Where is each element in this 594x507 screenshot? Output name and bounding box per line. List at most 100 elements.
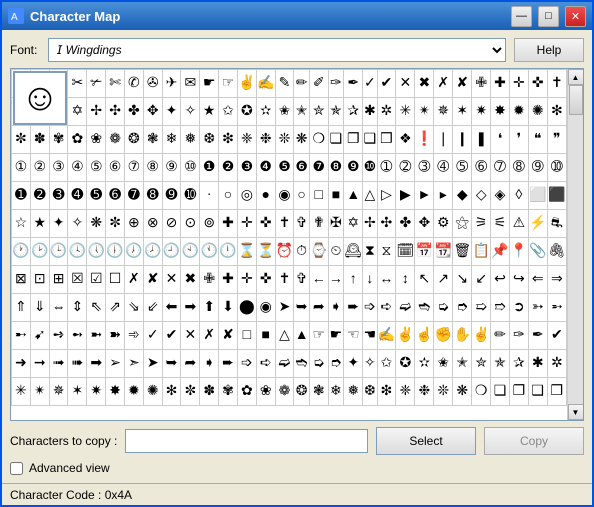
char-cell[interactable]: ✧ — [363, 350, 377, 378]
char-cell[interactable]: ⊘ — [162, 210, 181, 238]
char-cell[interactable]: ➊ — [12, 182, 31, 210]
char-cell[interactable]: ⚝ — [453, 210, 472, 238]
char-cell[interactable]: ➃ — [434, 154, 453, 182]
char-cell[interactable]: △ — [363, 182, 377, 210]
char-cell[interactable]: ✊ — [434, 322, 453, 350]
char-cell[interactable]: ✢ — [363, 210, 377, 238]
char-cell[interactable]: ⇒ — [547, 266, 566, 294]
char-cell[interactable]: ➁ — [396, 154, 415, 182]
char-cell[interactable]: ❐ — [509, 378, 528, 406]
char-cell[interactable]: ✩ — [219, 98, 238, 126]
char-cell[interactable]: ■ — [328, 182, 344, 210]
char-cell[interactable]: ✤ — [396, 210, 415, 238]
char-cell[interactable]: ❝ — [528, 126, 547, 154]
char-cell[interactable]: ❿ — [363, 154, 377, 182]
char-cell[interactable]: ○ — [294, 182, 309, 210]
char-cell[interactable]: ❁ — [275, 378, 294, 406]
char-cell[interactable]: ✍ — [256, 70, 275, 98]
char-cell[interactable]: ◆ — [453, 182, 472, 210]
char-cell[interactable]: 🕰 — [344, 238, 363, 266]
char-cell[interactable]: ❗ — [415, 126, 434, 154]
char-cell[interactable]: ❑ — [528, 378, 547, 406]
char-cell[interactable]: ➤ — [143, 350, 162, 378]
char-cell[interactable]: ✿ — [237, 378, 256, 406]
char-cell[interactable]: ⑩ — [181, 154, 200, 182]
char-cell[interactable]: ✌ — [396, 322, 415, 350]
char-cell[interactable]: 🕕 — [106, 238, 125, 266]
char-cell[interactable]: ❀ — [87, 126, 106, 154]
char-cell[interactable]: ➢ — [106, 350, 125, 378]
char-cell[interactable]: ✴ — [30, 378, 49, 406]
char-cell[interactable]: ◉ — [256, 294, 275, 322]
char-cell[interactable]: ➩ — [237, 350, 256, 378]
char-cell[interactable]: ❃ — [143, 126, 162, 154]
char-cell[interactable]: ✶ — [68, 378, 87, 406]
char-cell[interactable]: ✓ — [363, 70, 377, 98]
char-cell[interactable]: ➌ — [49, 182, 68, 210]
char-cell[interactable]: ❉ — [256, 126, 275, 154]
char-cell[interactable]: 🖇 — [547, 238, 566, 266]
char-cell[interactable]: ✝ — [275, 210, 294, 238]
char-cell[interactable]: ✘ — [143, 266, 162, 294]
char-cell[interactable]: ❋ — [453, 378, 472, 406]
char-cell[interactable]: ◉ — [275, 182, 294, 210]
char-cell[interactable]: ❘ — [434, 126, 453, 154]
char-cell[interactable]: ➲ — [509, 294, 528, 322]
char-cell[interactable]: ↩ — [491, 266, 510, 294]
char-cell[interactable]: ✰ — [509, 350, 528, 378]
advanced-view-checkbox[interactable] — [10, 462, 23, 475]
char-cell[interactable]: ➻ — [68, 322, 87, 350]
char-cell[interactable]: ⊡ — [30, 266, 49, 294]
char-cell[interactable]: ❁ — [106, 126, 125, 154]
scrollbar[interactable]: ▲ ▼ — [567, 69, 583, 420]
char-cell[interactable]: ⏱ — [294, 238, 309, 266]
char-cell[interactable]: ✩ — [377, 350, 396, 378]
char-cell[interactable]: ➧ — [328, 294, 344, 322]
char-cell[interactable]: ❄ — [328, 378, 344, 406]
char-cell[interactable]: ✓ — [143, 322, 162, 350]
char-cell[interactable]: ✪ — [396, 350, 415, 378]
char-cell[interactable]: ⚙ — [434, 210, 453, 238]
char-cell[interactable]: ➽ — [106, 322, 125, 350]
char-cell[interactable]: ↔ — [377, 266, 396, 294]
char-cell[interactable]: ✽ — [200, 378, 219, 406]
char-cell[interactable]: ✄ — [106, 70, 125, 98]
char-cell[interactable]: ▲ — [344, 182, 363, 210]
char-cell[interactable]: ➆ — [491, 154, 510, 182]
char-cell[interactable]: ✿ — [68, 126, 87, 154]
char-cell[interactable]: ➦ — [181, 350, 200, 378]
char-cell[interactable]: ✻ — [162, 378, 181, 406]
char-cell[interactable]: 📅 — [415, 238, 434, 266]
char-cell[interactable]: ☝ — [415, 322, 434, 350]
char-cell[interactable]: ✏ — [491, 322, 510, 350]
char-cell[interactable]: ❂ — [124, 126, 143, 154]
char-cell[interactable]: ➠ — [68, 350, 87, 378]
char-cell[interactable]: ✆ — [124, 70, 143, 98]
char-cell[interactable]: ⑥ — [106, 154, 125, 182]
char-cell[interactable]: ✹ — [124, 378, 143, 406]
char-cell[interactable]: ⚠ — [509, 210, 528, 238]
char-cell[interactable]: ➄ — [453, 154, 472, 182]
char-cell[interactable]: 📆 — [434, 238, 453, 266]
char-cell[interactable]: ⊚ — [200, 210, 219, 238]
char-cell[interactable]: ⛐ — [547, 210, 566, 238]
char-cell[interactable]: ↕ — [396, 266, 415, 294]
char-cell[interactable]: ➍ — [68, 182, 87, 210]
char-cell[interactable]: ⊗ — [143, 210, 162, 238]
char-cell[interactable]: ➑ — [143, 182, 162, 210]
char-cell[interactable]: ➣ — [124, 350, 143, 378]
char-cell[interactable]: ✔ — [162, 322, 181, 350]
char-cell[interactable]: ✴ — [415, 98, 434, 126]
char-cell[interactable]: ➧ — [200, 350, 219, 378]
char-cell[interactable]: ✕ — [181, 322, 200, 350]
char-cell[interactable]: ✔ — [377, 70, 396, 98]
char-cell[interactable]: ➳ — [528, 294, 547, 322]
char-cell[interactable]: ➨ — [344, 294, 363, 322]
char-cell[interactable]: ✵ — [434, 98, 453, 126]
char-cell[interactable]: ⑤ — [87, 154, 106, 182]
char-cell[interactable]: ✒ — [528, 322, 547, 350]
char-cell[interactable]: ⬆ — [200, 294, 219, 322]
char-cell[interactable]: ❒ — [547, 378, 566, 406]
char-cell[interactable]: ⧖ — [377, 238, 396, 266]
char-cell[interactable]: ❏ — [328, 126, 344, 154]
